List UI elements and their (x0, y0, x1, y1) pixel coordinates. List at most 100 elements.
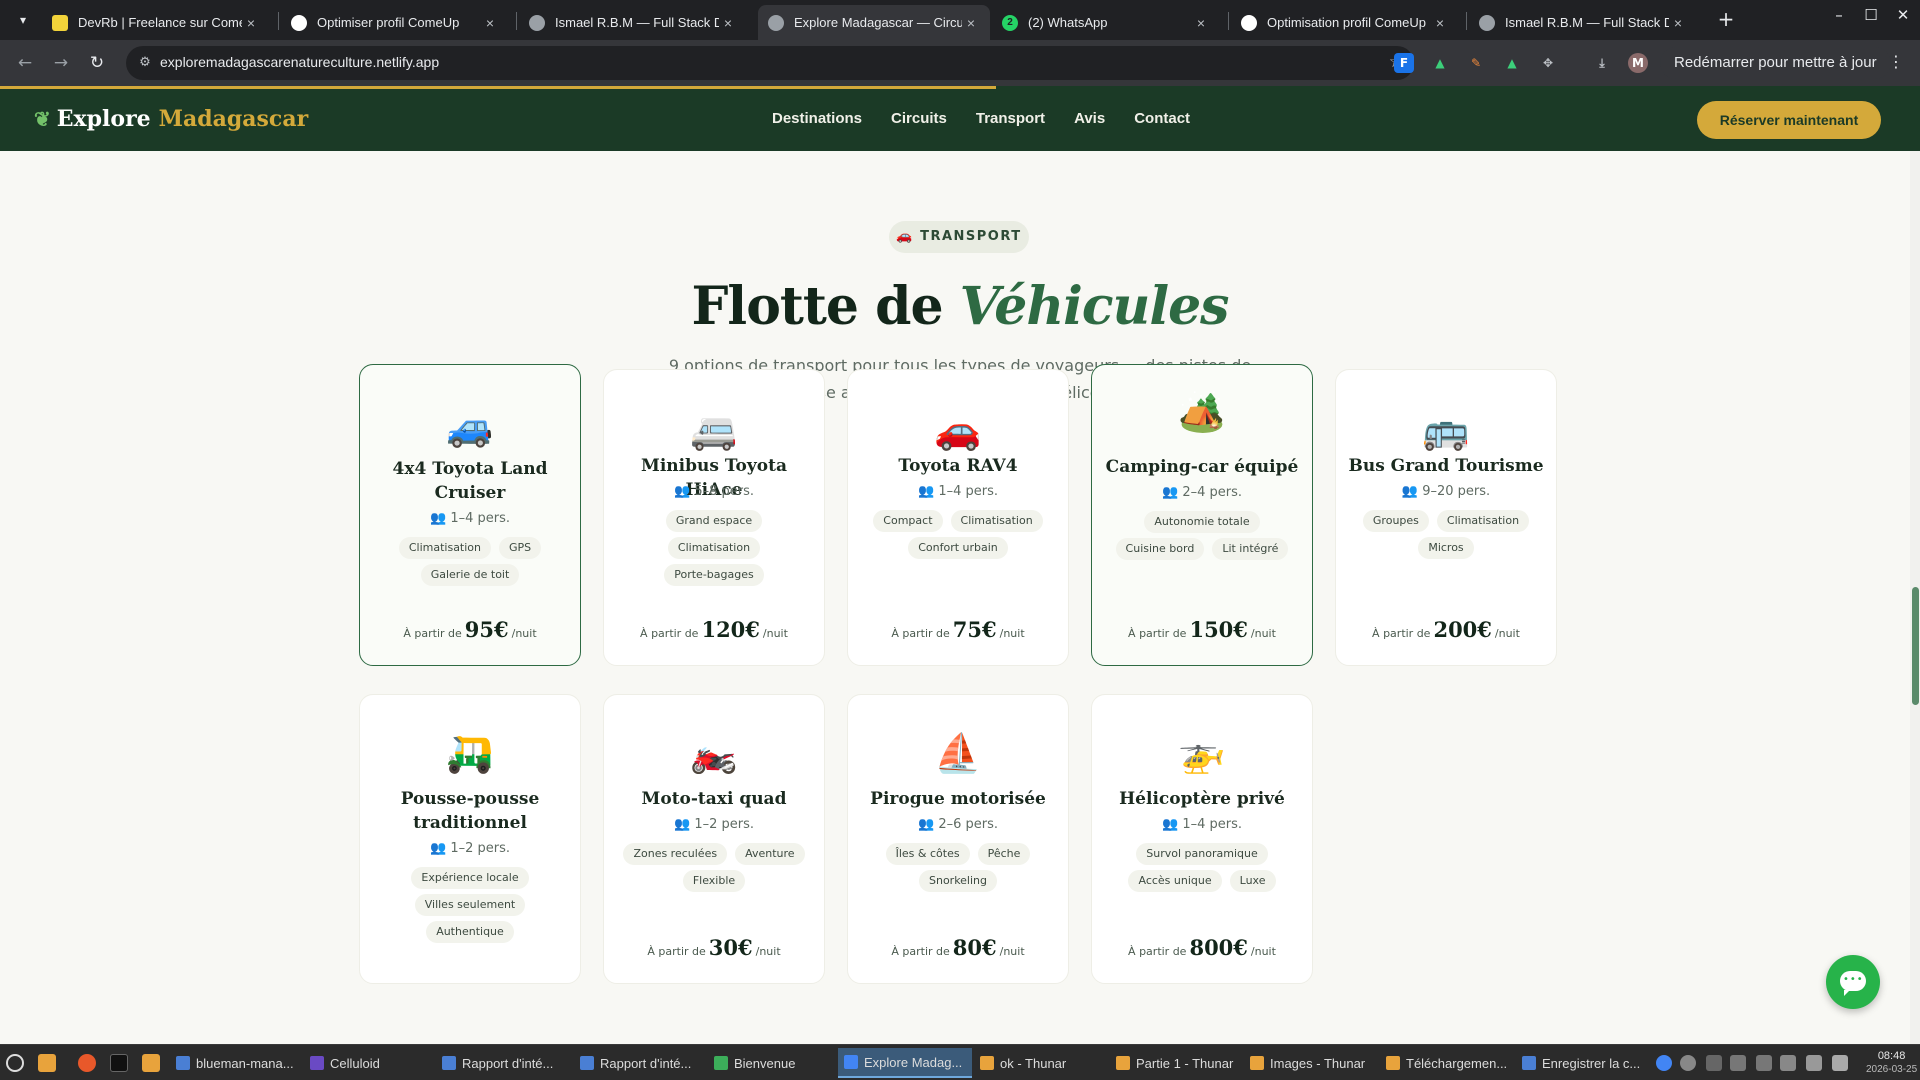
tab-title: (2) WhatsApp (1028, 15, 1108, 30)
maximize-icon[interactable]: ☐ (1856, 6, 1886, 24)
extension-ft-icon[interactable]: F (1394, 53, 1414, 73)
chrome-tray-icon[interactable] (1656, 1055, 1672, 1071)
clipboard-tray-icon[interactable] (1730, 1055, 1746, 1071)
volume-icon[interactable] (1832, 1055, 1848, 1071)
browser-tab-ismael-2[interactable]: Ismael R.B.M — Full Stack De × (1469, 5, 1697, 40)
app-menu-icon[interactable] (6, 1054, 24, 1072)
taskbar-task[interactable]: Images - Thunar (1244, 1048, 1378, 1078)
taskbar-task[interactable]: Partie 1 - Thunar (1110, 1048, 1240, 1078)
new-tab-button[interactable]: + (1714, 8, 1738, 32)
taskbar-task[interactable]: ok - Thunar (974, 1048, 1090, 1078)
reserve-now-button[interactable]: Réserver maintenant (1697, 101, 1881, 139)
tab-close-icon[interactable]: × (242, 15, 260, 31)
vehicle-card[interactable]: 🏕️ Camping-car équipé 👥 2–4 pers. Autonomie… (1091, 364, 1313, 666)
notifications-muted-icon[interactable] (1706, 1055, 1722, 1071)
browser-tab-ismael-1[interactable]: Ismael R.B.M — Full Stack De × (519, 5, 747, 40)
site-logo[interactable]: ❦ Explore Madagascar (34, 106, 308, 132)
taskbar-task[interactable]: Celluloid (304, 1048, 414, 1078)
nav-link-circuits[interactable]: Circuits (891, 110, 947, 127)
nav-link-avis[interactable]: Avis (1074, 110, 1105, 127)
vehicle-name: Moto-taxi quad (641, 789, 787, 809)
vehicle-card[interactable]: 🚁 Hélicoptère privé 👥 1–4 pers. Survol pano… (1091, 694, 1313, 984)
tab-close-icon[interactable]: × (1192, 15, 1210, 31)
vehicle-card[interactable]: 🚗 Toyota RAV4 👥 1–4 pers. Compact Climatisat… (847, 369, 1069, 666)
vehicle-card[interactable]: 🏍️ Moto-taxi quad 👥 1–2 pers. Zones reculée… (603, 694, 825, 984)
minimize-icon[interactable]: – (1824, 6, 1854, 24)
profile-avatar[interactable]: M (1628, 53, 1648, 73)
extension-pen-icon[interactable]: ✎ (1466, 53, 1486, 73)
battery-icon[interactable] (1806, 1055, 1822, 1071)
wifi-icon[interactable] (1780, 1055, 1796, 1071)
nav-link-transport[interactable]: Transport (976, 110, 1045, 127)
vehicle-card[interactable]: 🚙 4x4 Toyota Land Cruiser 👥 1–4 pers. Clima… (359, 364, 581, 666)
people-icon: 👥 (1401, 484, 1423, 499)
taskbar-task[interactable]: Explore Madag... (838, 1048, 972, 1078)
price-prefix: À partir de (1128, 627, 1187, 640)
browser-tab-optimisation-profil[interactable]: Optimisation profil ComeUp × (1231, 5, 1459, 40)
nav-link-destinations[interactable]: Destinations (772, 110, 862, 127)
tab-title: Ismael R.B.M — Full Stack De (1505, 15, 1669, 30)
settings-tray-icon[interactable] (1680, 1055, 1696, 1071)
chat-button[interactable]: ••• (1826, 955, 1880, 1009)
close-window-icon[interactable]: ✕ (1888, 6, 1918, 24)
site-info-icon[interactable]: ⚙ (136, 54, 154, 72)
tab-close-icon[interactable]: × (1669, 15, 1687, 31)
restart-to-update-button[interactable]: Redémarrer pour mettre à jour (1660, 47, 1891, 79)
task-title: Explore Madag... (864, 1054, 963, 1070)
vehicle-card[interactable]: 🛺 Pousse-pousse traditionnel 👥 1–2 pers. Ex… (359, 694, 581, 984)
task-title: ok - Thunar (1000, 1055, 1067, 1071)
taskbar-task[interactable]: Rapport d'inté... (574, 1048, 704, 1078)
price-value: 800€ (1189, 935, 1248, 960)
vehicle-card[interactable]: 🚐 Minibus Toyota HiAce 👥 5–8 pers. Grand es… (603, 369, 825, 666)
taskbar-task[interactable]: Téléchargemen... (1380, 1048, 1514, 1078)
tab-close-icon[interactable]: × (1431, 15, 1449, 31)
browser-tab-optimiser-profil[interactable]: Optimiser profil ComeUp × (281, 5, 509, 40)
feature-tag: Climatisation (1436, 510, 1530, 532)
tab-search-chevron-icon[interactable]: ▾ (10, 8, 36, 32)
browser-tab-whatsapp[interactable]: 2 (2) WhatsApp × (992, 5, 1220, 40)
url-text[interactable]: exploremadagascarenatureculture.netlify.… (160, 54, 439, 70)
address-bar[interactable]: ⚙ exploremadagascarenatureculture.netlif… (126, 46, 1414, 80)
vehicle-card[interactable]: ⛵ Pirogue motorisée 👥 2–6 pers. Îles & côte… (847, 694, 1069, 984)
firefox-icon[interactable] (78, 1054, 96, 1072)
browser-tab-devrb[interactable]: DevRb | Freelance sur ComeUp × (42, 5, 270, 40)
clock-time: 08:48 (1877, 1050, 1906, 1062)
reload-icon[interactable]: ↻ (84, 50, 110, 76)
task-title: Partie 1 - Thunar (1136, 1055, 1234, 1071)
taskbar-task[interactable]: Bienvenue (708, 1048, 834, 1078)
tab-close-icon[interactable]: × (719, 15, 737, 31)
back-icon[interactable]: ← (12, 50, 38, 76)
forward-icon[interactable]: → (48, 50, 74, 76)
price-prefix: À partir de (403, 627, 462, 640)
section-badge: 🚗 TRANSPORT (889, 221, 1029, 253)
price-prefix: À partir de (891, 627, 950, 640)
price-value: 80€ (952, 935, 997, 960)
extension-mountain-icon[interactable]: ▲ (1430, 53, 1450, 73)
globe-favicon-icon (1479, 14, 1495, 31)
nav-link-contact[interactable]: Contact (1134, 110, 1190, 127)
feature-tag: Luxe (1229, 870, 1276, 892)
terminal-icon[interactable] (110, 1054, 128, 1072)
vehicle-card[interactable]: 🚌 Bus Grand Tourisme 👥 9–20 pers. Groupes Cl… (1335, 369, 1557, 666)
vehicle-capacity: 👥 9–20 pers. (1336, 484, 1556, 499)
taskbar-task[interactable]: Enregistrer la c... (1516, 1048, 1652, 1078)
scrollbar-thumb[interactable] (1912, 587, 1919, 705)
vehicle-price: À partir de 200€/nuit (1336, 617, 1556, 642)
extension-mountain-2-icon[interactable]: ▲ (1502, 53, 1522, 73)
taskbar-clock[interactable]: 08:48 2026-03-25 (1866, 1050, 1917, 1076)
tab-close-icon[interactable]: × (481, 15, 499, 31)
taskbar-task[interactable]: Rapport d'inté... (436, 1048, 570, 1078)
tab-close-icon[interactable]: × (962, 15, 980, 31)
taskbar-task[interactable]: blueman-mana... (170, 1048, 300, 1078)
browser-tab-explore-madagascar[interactable]: Explore Madagascar — Circu × (758, 5, 990, 40)
openai-favicon-icon (1241, 14, 1257, 31)
shield-tray-icon[interactable] (1756, 1055, 1772, 1071)
file-manager-icon[interactable] (38, 1054, 56, 1072)
downloads-icon[interactable]: ⤓ (1592, 53, 1612, 73)
folder-icon[interactable] (142, 1054, 160, 1072)
task-title: Images - Thunar (1270, 1055, 1366, 1071)
extensions-puzzle-icon[interactable]: ✥ (1538, 53, 1558, 73)
title-emphasis: Véhicules (959, 276, 1230, 337)
vehicle-price: À partir de 120€/nuit (604, 617, 824, 642)
browser-menu-icon[interactable]: ⋮ (1888, 52, 1904, 71)
